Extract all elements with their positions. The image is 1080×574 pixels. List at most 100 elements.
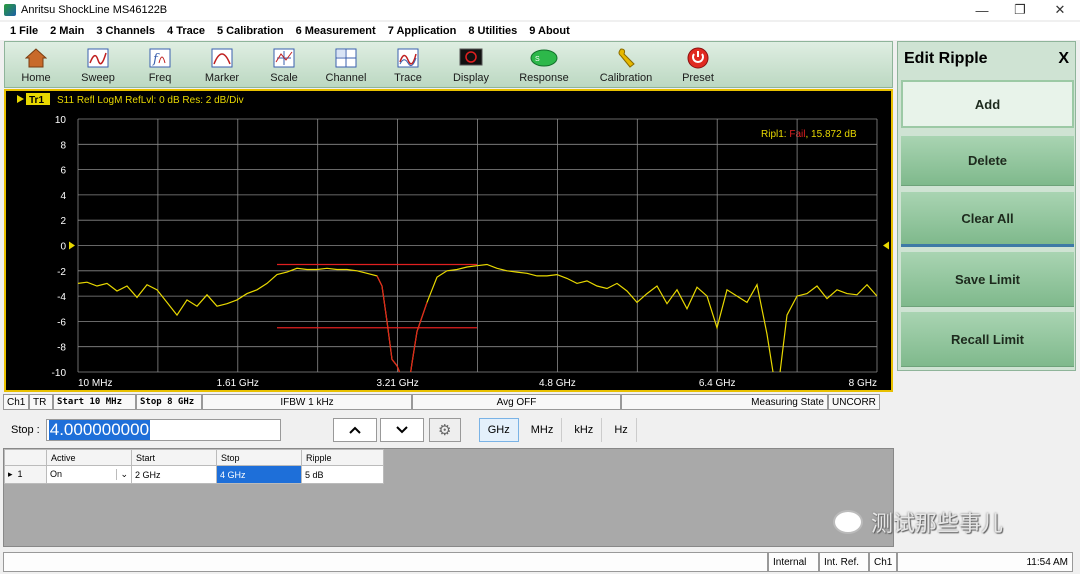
stop-label: Stop : bbox=[11, 423, 40, 436]
app-logo-icon bbox=[4, 4, 16, 16]
stop-frequency-input[interactable]: 4.000000000 bbox=[45, 418, 281, 441]
watermark: 测试那些事儿 bbox=[833, 506, 1003, 538]
menu-application[interactable]: 7 Application bbox=[388, 25, 457, 37]
toolbar-response-button[interactable]: S Response bbox=[503, 42, 585, 87]
toolbar-freq-button[interactable]: f Freq bbox=[129, 42, 191, 87]
averaging-status: Avg OFF bbox=[412, 394, 621, 410]
increment-button[interactable] bbox=[332, 417, 377, 442]
parameter-entry-row: Stop : 4.000000000 ⚙ GHz MHz kHz Hz bbox=[3, 415, 893, 444]
ref-level-right-marker bbox=[883, 241, 889, 250]
menu-main[interactable]: 2 Main bbox=[50, 25, 84, 37]
menu-bar: 1 File 2 Main 3 Channels 4 Trace 5 Calib… bbox=[0, 22, 1080, 40]
menu-trace[interactable]: 4 Trace bbox=[167, 25, 205, 37]
ripple-value: , 15.872 dB bbox=[805, 129, 856, 140]
y-tick-label: -2 bbox=[57, 267, 66, 278]
clear-all-button[interactable]: Clear All bbox=[901, 192, 1074, 247]
calibration-status: UNCORR bbox=[828, 394, 880, 410]
ripple-cell[interactable]: 5 dB bbox=[301, 465, 384, 484]
row-index: 1 bbox=[17, 469, 23, 479]
start-cell[interactable]: 2 GHz bbox=[131, 465, 217, 484]
gear-icon: ⚙ bbox=[438, 421, 452, 439]
y-tick-label: 8 bbox=[60, 140, 66, 151]
col-header-stop: Stop bbox=[216, 449, 302, 466]
trace-mode-label: TR bbox=[29, 394, 53, 410]
add-button[interactable]: Add bbox=[901, 80, 1074, 128]
panel-close-button[interactable]: X bbox=[1058, 50, 1069, 68]
clock: 11:54 AM bbox=[897, 552, 1073, 572]
y-tick-label: 10 bbox=[55, 115, 67, 126]
table-row[interactable]: ▸ 1 On ⌄ 2 GHz 4 GHz 5 dB bbox=[4, 465, 384, 484]
marker-icon bbox=[210, 47, 234, 69]
close-window-button[interactable]: ✕ bbox=[1040, 0, 1080, 20]
sweep-icon bbox=[86, 47, 110, 69]
menu-file[interactable]: 1 File bbox=[10, 25, 38, 37]
toolbar-home-button[interactable]: Home bbox=[5, 42, 67, 87]
unit-mhz-button[interactable]: MHz bbox=[523, 417, 563, 442]
menu-about[interactable]: 9 About bbox=[529, 25, 570, 37]
ripple-label: Ripl1: bbox=[761, 129, 789, 140]
col-header-index bbox=[4, 449, 47, 466]
system-status-bar: Internal Int. Ref. Ch1 11:54 AM bbox=[3, 552, 1078, 572]
chevron-down-icon[interactable]: ⌄ bbox=[116, 469, 131, 480]
recall-limit-button[interactable]: Recall Limit bbox=[901, 312, 1074, 367]
trace-display[interactable]: Tr1 S11 Refl LogM RefLvl: 0 dB Res: 2 dB… bbox=[4, 89, 893, 392]
stop-freq-status: Stop 8 GHz bbox=[136, 394, 202, 410]
delete-button[interactable]: Delete bbox=[901, 136, 1074, 186]
svg-text:S: S bbox=[535, 56, 540, 63]
ripple-table: Active Start Stop Ripple ▸ 1 On ⌄ 2 GHz 4… bbox=[4, 449, 384, 484]
toolbar-label: Response bbox=[519, 72, 569, 84]
toolbar-preset-button[interactable]: Preset bbox=[667, 42, 729, 87]
toolbar-trace-button[interactable]: Trace bbox=[377, 42, 439, 87]
toolbar-label: Trace bbox=[394, 72, 422, 84]
display-icon bbox=[459, 47, 483, 69]
active-cell[interactable]: On ⌄ bbox=[46, 465, 132, 484]
home-icon bbox=[24, 47, 48, 69]
toolbar-label: Preset bbox=[682, 72, 714, 84]
settings-button[interactable]: ⚙ bbox=[428, 417, 461, 442]
reference-status: Int. Ref. bbox=[819, 552, 869, 572]
menu-utilities[interactable]: 8 Utilities bbox=[468, 25, 517, 37]
panel-header: Edit Ripple X bbox=[898, 42, 1075, 76]
edit-ripple-panel: Edit Ripple X Add Delete Clear All Save … bbox=[897, 41, 1076, 371]
response-icon: S bbox=[529, 47, 559, 69]
toolbar-sweep-button[interactable]: Sweep bbox=[67, 42, 129, 87]
menu-calibration[interactable]: 5 Calibration bbox=[217, 25, 284, 37]
toolbar-display-button[interactable]: Display bbox=[439, 42, 503, 87]
y-tick-label: -6 bbox=[57, 317, 66, 328]
y-tick-label: 0 bbox=[60, 242, 66, 253]
x-tick-label: 4.8 GHz bbox=[539, 378, 576, 389]
toolbar-marker-button[interactable]: Marker bbox=[191, 42, 253, 87]
unit-khz-button[interactable]: kHz bbox=[566, 417, 603, 442]
chevron-down-icon bbox=[396, 425, 408, 433]
col-header-start: Start bbox=[131, 449, 217, 466]
toolbar-calibration-button[interactable]: Calibration bbox=[585, 42, 667, 87]
menu-channels[interactable]: 3 Channels bbox=[96, 25, 155, 37]
decrement-button[interactable] bbox=[379, 417, 424, 442]
y-tick-label: -8 bbox=[57, 343, 66, 354]
channel-icon bbox=[334, 47, 358, 69]
toolbar-channel-button[interactable]: Channel bbox=[315, 42, 377, 87]
panel-title: Edit Ripple bbox=[904, 50, 988, 67]
toolbar-label: Scale bbox=[270, 72, 298, 84]
minimize-button[interactable]: — bbox=[962, 0, 1002, 20]
maximize-button[interactable]: ❐ bbox=[1000, 0, 1040, 20]
toolbar-label: Display bbox=[452, 72, 490, 84]
unit-hz-button[interactable]: Hz bbox=[606, 417, 637, 442]
table-header-row: Active Start Stop Ripple bbox=[4, 449, 384, 466]
stop-cell[interactable]: 4 GHz bbox=[216, 465, 302, 484]
ifbw-status: IFBW 1 kHz bbox=[202, 394, 412, 410]
toolbar-label: Calibration bbox=[599, 72, 653, 84]
status-message bbox=[3, 552, 768, 572]
col-header-ripple: Ripple bbox=[301, 449, 384, 466]
unit-ghz-button[interactable]: GHz bbox=[478, 417, 519, 442]
menu-measurement[interactable]: 6 Measurement bbox=[296, 25, 376, 37]
toolbar-scale-button[interactable]: Scale bbox=[253, 42, 315, 87]
y-tick-label: -4 bbox=[57, 292, 66, 303]
x-tick-label: 3.21 GHz bbox=[376, 378, 418, 389]
save-limit-button[interactable]: Save Limit bbox=[901, 252, 1074, 307]
row-pointer-icon: ▸ bbox=[8, 469, 13, 479]
row-index-cell[interactable]: ▸ 1 bbox=[4, 465, 47, 484]
y-tick-label: 4 bbox=[60, 191, 66, 202]
toolbar-label: Marker bbox=[204, 72, 240, 84]
window-title: Anritsu ShockLine MS46122B bbox=[21, 4, 168, 16]
